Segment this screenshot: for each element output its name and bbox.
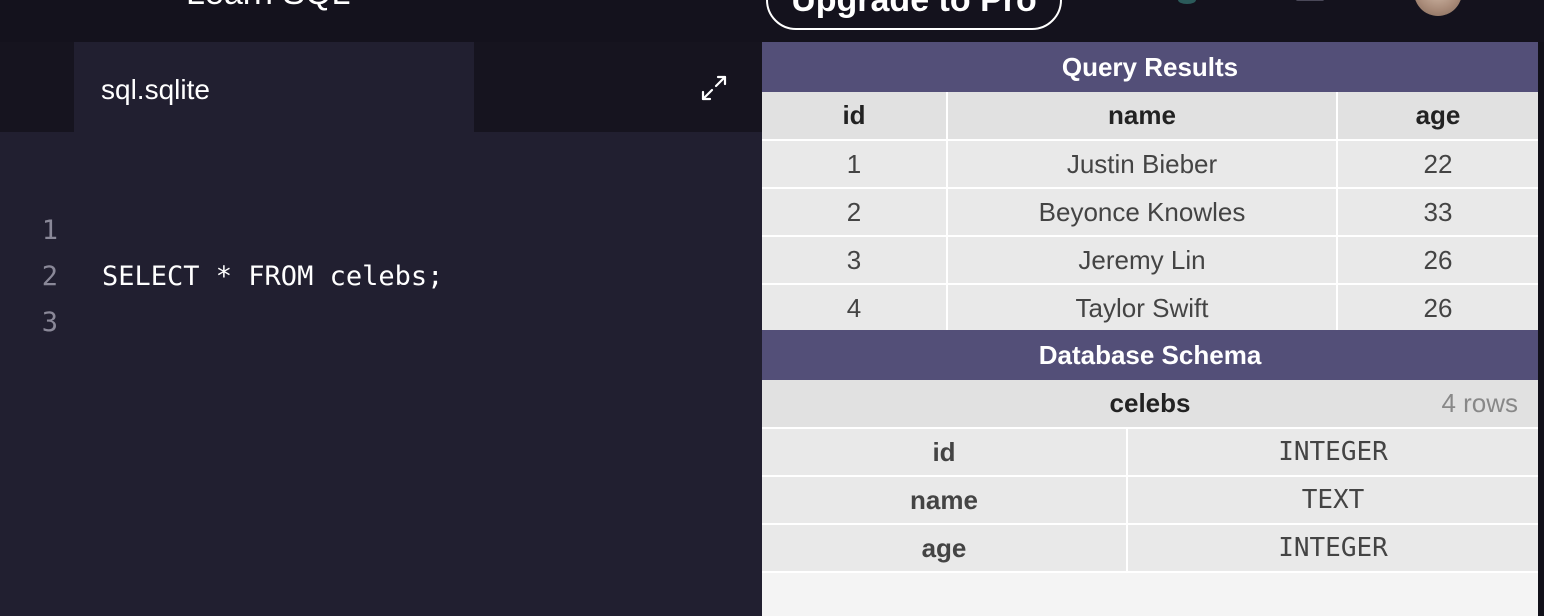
code-line[interactable]: 3 [0,254,762,338]
status-indicator [1178,0,1196,4]
bell-icon[interactable] [1290,0,1330,12]
code-area[interactable]: 1 SELECT * FROM celebs; 2 3 [0,162,762,338]
cell-name: Justin Bieber [947,140,1338,189]
cell-name: Taylor Swift [947,284,1338,333]
avatar[interactable] [1414,0,1462,16]
cell-id: 1 [762,140,948,189]
column-header-id: id [762,92,948,141]
query-results-header: Query Results [762,42,1538,92]
query-results-table: id name age 1 Justin Bieber 22 2 Beyonce… [762,92,1538,333]
database-schema-header: Database Schema [762,330,1538,380]
schema-table-title-cell: celebs 4 rows [762,380,1539,429]
field-type: TEXT [1127,476,1539,525]
upgrade-button[interactable]: Upgrade to Pro [766,0,1062,30]
cell-age: 26 [1337,284,1538,333]
table-row: 2 Beyonce Knowles 33 [762,188,1538,237]
cell-id: 3 [762,236,948,285]
cell-age: 26 [1337,236,1538,285]
column-header-age: age [1337,92,1538,141]
line-number: 3 [41,307,58,338]
cell-name: Jeremy Lin [947,236,1338,285]
cell-age: 33 [1337,188,1538,237]
column-header-name: name [947,92,1338,141]
results-panel: Query Results id name age 1 Justin Biebe… [762,42,1544,616]
field-name: name [762,476,1128,525]
cell-age: 22 [1337,140,1538,189]
course-title[interactable]: Learn SQL [186,0,350,13]
file-tab-sql-sqlite[interactable]: sql.sqlite [74,42,474,132]
window-edge [1538,42,1544,616]
field-type: INTEGER [1127,524,1539,573]
table-header-row: id name age [762,92,1538,141]
table-row: 3 Jeremy Lin 26 [762,236,1538,285]
code-line[interactable]: 1 SELECT * FROM celebs; [0,162,762,292]
schema-table-header: celebs 4 rows [762,380,1539,429]
field-name: id [762,428,1128,477]
expand-icon[interactable] [700,74,728,102]
cell-name: Beyonce Knowles [947,188,1338,237]
code-line[interactable]: 2 [0,208,762,292]
schema-table: celebs 4 rows id INTEGER name TEXT age I… [762,380,1539,573]
table-name: celebs [1109,388,1191,418]
row-count: 4 rows [1441,388,1519,418]
cell-id: 4 [762,284,948,333]
table-row: 4 Taylor Swift 26 [762,284,1538,333]
schema-row: age INTEGER [762,524,1539,573]
editor-tab-bar: sql.sqlite [0,42,762,132]
field-name: age [762,524,1128,573]
field-type: INTEGER [1127,428,1539,477]
table-row: 1 Justin Bieber 22 [762,140,1538,189]
top-nav-bar: Learn SQL Upgrade to Pro [0,0,1544,42]
code-editor: sql.sqlite 1 SELECT * FROM celebs; 2 3 [0,42,762,616]
schema-row: name TEXT [762,476,1539,525]
schema-row: id INTEGER [762,428,1539,477]
cell-id: 2 [762,188,948,237]
